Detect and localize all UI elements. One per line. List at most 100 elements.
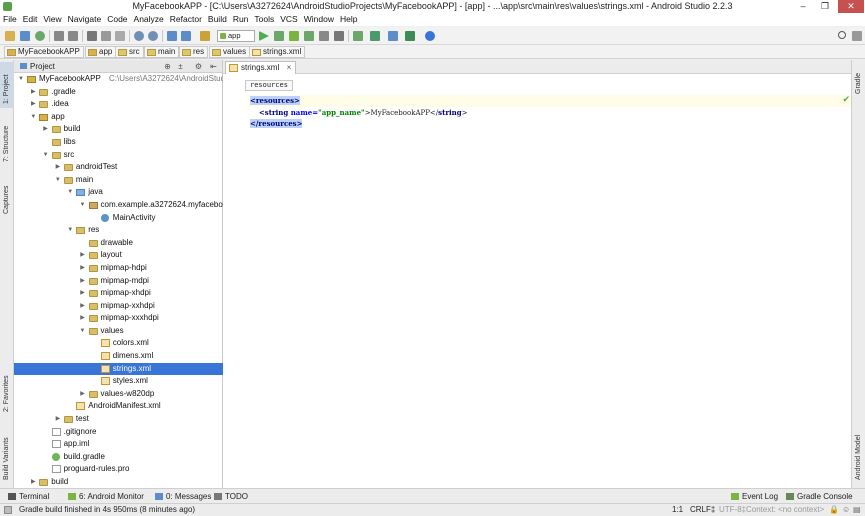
tree-item[interactable]: libs [14, 136, 223, 149]
run-config-select[interactable]: app [217, 30, 255, 42]
collapsed-arrow-icon[interactable]: ▶ [79, 312, 87, 325]
tree-item[interactable]: colors.xml [14, 337, 223, 350]
tree-item[interactable]: ▼ app [14, 111, 223, 124]
collapsed-arrow-icon[interactable]: ▶ [42, 123, 50, 136]
collapsed-arrow-icon[interactable]: ▶ [79, 262, 87, 275]
collapsed-arrow-icon[interactable]: ▶ [79, 300, 87, 313]
tree-item[interactable]: ▼ MyFacebookAPP C:\Users\A3272624\AndroidS… [14, 73, 237, 86]
avd-manager-icon[interactable] [370, 31, 380, 41]
menu-build[interactable]: Build [205, 13, 230, 26]
tool-tab-build-variants[interactable]: Build Variants [0, 432, 14, 484]
replace-icon[interactable] [148, 31, 158, 41]
collapsed-arrow-icon[interactable]: ▶ [79, 287, 87, 300]
stop-icon[interactable] [334, 31, 344, 41]
collapsed-arrow-icon[interactable]: ▶ [29, 86, 37, 99]
tree-item[interactable]: ▶ build [14, 476, 223, 489]
tool-tab-android-model[interactable]: Android Model [852, 430, 865, 484]
collapsed-arrow-icon[interactable]: ▶ [79, 249, 87, 262]
lock-icon[interactable]: 🔒 [829, 504, 839, 516]
tool-tab-gradle[interactable]: Gradle [852, 64, 865, 98]
menu-refactor[interactable]: Refactor [167, 13, 205, 26]
editor-tab-strings-xml[interactable]: strings.xml × [225, 61, 297, 74]
tree-item[interactable]: ▶ values-w820dp [14, 388, 223, 401]
tree-item[interactable]: ▼ src [14, 149, 223, 162]
menu-analyze[interactable]: Analyze [131, 13, 167, 26]
search-everywhere-icon[interactable] [838, 31, 846, 39]
collapsed-arrow-icon[interactable]: ▶ [29, 476, 37, 489]
menu-run[interactable]: Run [230, 13, 252, 26]
tree-item[interactable]: strings.xml [14, 362, 223, 376]
tree-item[interactable]: ▶ mipmap-xhdpi [14, 287, 223, 300]
tree-item[interactable]: drawable [14, 237, 223, 250]
xml-structure-breadcrumb[interactable]: resources [245, 80, 293, 91]
breadcrumb-app[interactable]: app [85, 46, 117, 58]
sync-gradle-icon[interactable] [353, 31, 363, 41]
expanded-arrow-icon[interactable]: ▼ [54, 174, 62, 187]
tree-item[interactable]: ▶ androidTest [14, 161, 223, 174]
run-icon[interactable] [259, 31, 269, 41]
file-encoding[interactable]: UTF-8‡ [719, 504, 746, 516]
tree-item[interactable]: ▶ layout [14, 249, 223, 262]
back-icon[interactable] [167, 31, 177, 41]
breadcrumb-strings-xml[interactable]: strings.xml [249, 46, 306, 58]
menu-navigate[interactable]: Navigate [65, 13, 105, 26]
tree-item[interactable]: ▼ java [14, 186, 223, 199]
tool-tab-structure[interactable]: 7: Structure [0, 120, 14, 166]
tool-windows-toggle-icon[interactable] [4, 506, 12, 514]
tree-item[interactable]: ▶ .idea [14, 98, 223, 111]
menu-window[interactable]: Window [301, 13, 337, 26]
menu-file[interactable]: File [0, 13, 20, 26]
maximize-button[interactable]: ❐ [815, 0, 835, 13]
collapsed-arrow-icon[interactable]: ▶ [79, 275, 87, 288]
collapsed-arrow-icon[interactable]: ▶ [29, 98, 37, 111]
sync-icon[interactable] [35, 31, 45, 41]
tree-item[interactable]: ▶ mipmap-hdpi [14, 262, 223, 275]
tool-tab-messages[interactable]: 0: Messages [155, 491, 211, 502]
collapse-all-icon[interactable]: ± [176, 62, 185, 71]
tree-item[interactable]: AndroidManifest.xml [14, 400, 223, 413]
tree-item[interactable]: build.gradle [14, 451, 223, 464]
expanded-arrow-icon[interactable]: ▼ [79, 199, 87, 212]
menu-vcs[interactable]: VCS [277, 13, 300, 26]
project-tree[interactable]: ▼ MyFacebookAPP C:\Users\A3272624\AndroidS… [14, 73, 237, 489]
expanded-arrow-icon[interactable]: ▼ [29, 111, 37, 124]
tree-item[interactable]: ▶ mipmap-xxxhdpi [14, 312, 223, 325]
breadcrumb-src[interactable]: src [115, 46, 144, 58]
tool-tab-android-monitor[interactable]: 6: Android Monitor [68, 491, 144, 502]
status-message[interactable]: Gradle build finished in 4s 950ms (8 min… [19, 504, 195, 516]
tree-item[interactable]: ▼ com.example.a3272624.myfacebook [14, 199, 231, 212]
tool-tab-todo[interactable]: TODO [214, 491, 248, 502]
tree-item[interactable]: ▶ mipmap-xxhdpi [14, 300, 223, 313]
menu-edit[interactable]: Edit [20, 13, 41, 26]
tree-item[interactable]: ▼ values [14, 325, 223, 338]
save-icon[interactable] [20, 31, 30, 41]
apply-changes-icon[interactable] [304, 31, 314, 41]
tree-item[interactable]: .gitignore [14, 426, 223, 439]
minimize-button[interactable]: – [793, 0, 813, 13]
tree-item[interactable]: app.iml [14, 438, 223, 451]
breadcrumb-project[interactable]: MyFacebookAPP [4, 46, 84, 58]
open-icon[interactable] [5, 31, 15, 41]
project-view-select[interactable]: Project [18, 61, 158, 72]
breadcrumb-res[interactable]: res [179, 46, 209, 58]
close-button[interactable]: ✕ [838, 0, 864, 13]
attach-debugger-icon[interactable] [289, 31, 299, 41]
tree-item[interactable]: ▶ mipmap-mdpi [14, 275, 223, 288]
project-structure-icon[interactable] [388, 31, 398, 41]
paste-icon[interactable] [115, 31, 125, 41]
tree-item[interactable]: proguard-rules.pro [14, 463, 223, 476]
tree-item[interactable]: ▶ build [14, 123, 223, 136]
help-icon[interactable] [425, 31, 435, 41]
notifications-icon[interactable] [852, 31, 862, 41]
scroll-from-source-icon[interactable]: ⊕ [163, 62, 172, 71]
code-line[interactable]: </resources> [250, 118, 468, 130]
code-line[interactable]: <string name="app_name">MyFacebookAPP</s… [250, 107, 468, 119]
expanded-arrow-icon[interactable]: ▼ [42, 149, 50, 162]
tool-tab-event-log[interactable]: Event Log [731, 491, 778, 502]
forward-icon[interactable] [181, 31, 191, 41]
cut-icon[interactable] [87, 31, 97, 41]
tree-item[interactable]: ▼ main [14, 174, 223, 187]
collapsed-arrow-icon[interactable]: ▶ [54, 413, 62, 426]
breadcrumb-main[interactable]: main [144, 46, 180, 58]
tree-item[interactable]: dimens.xml [14, 350, 223, 363]
